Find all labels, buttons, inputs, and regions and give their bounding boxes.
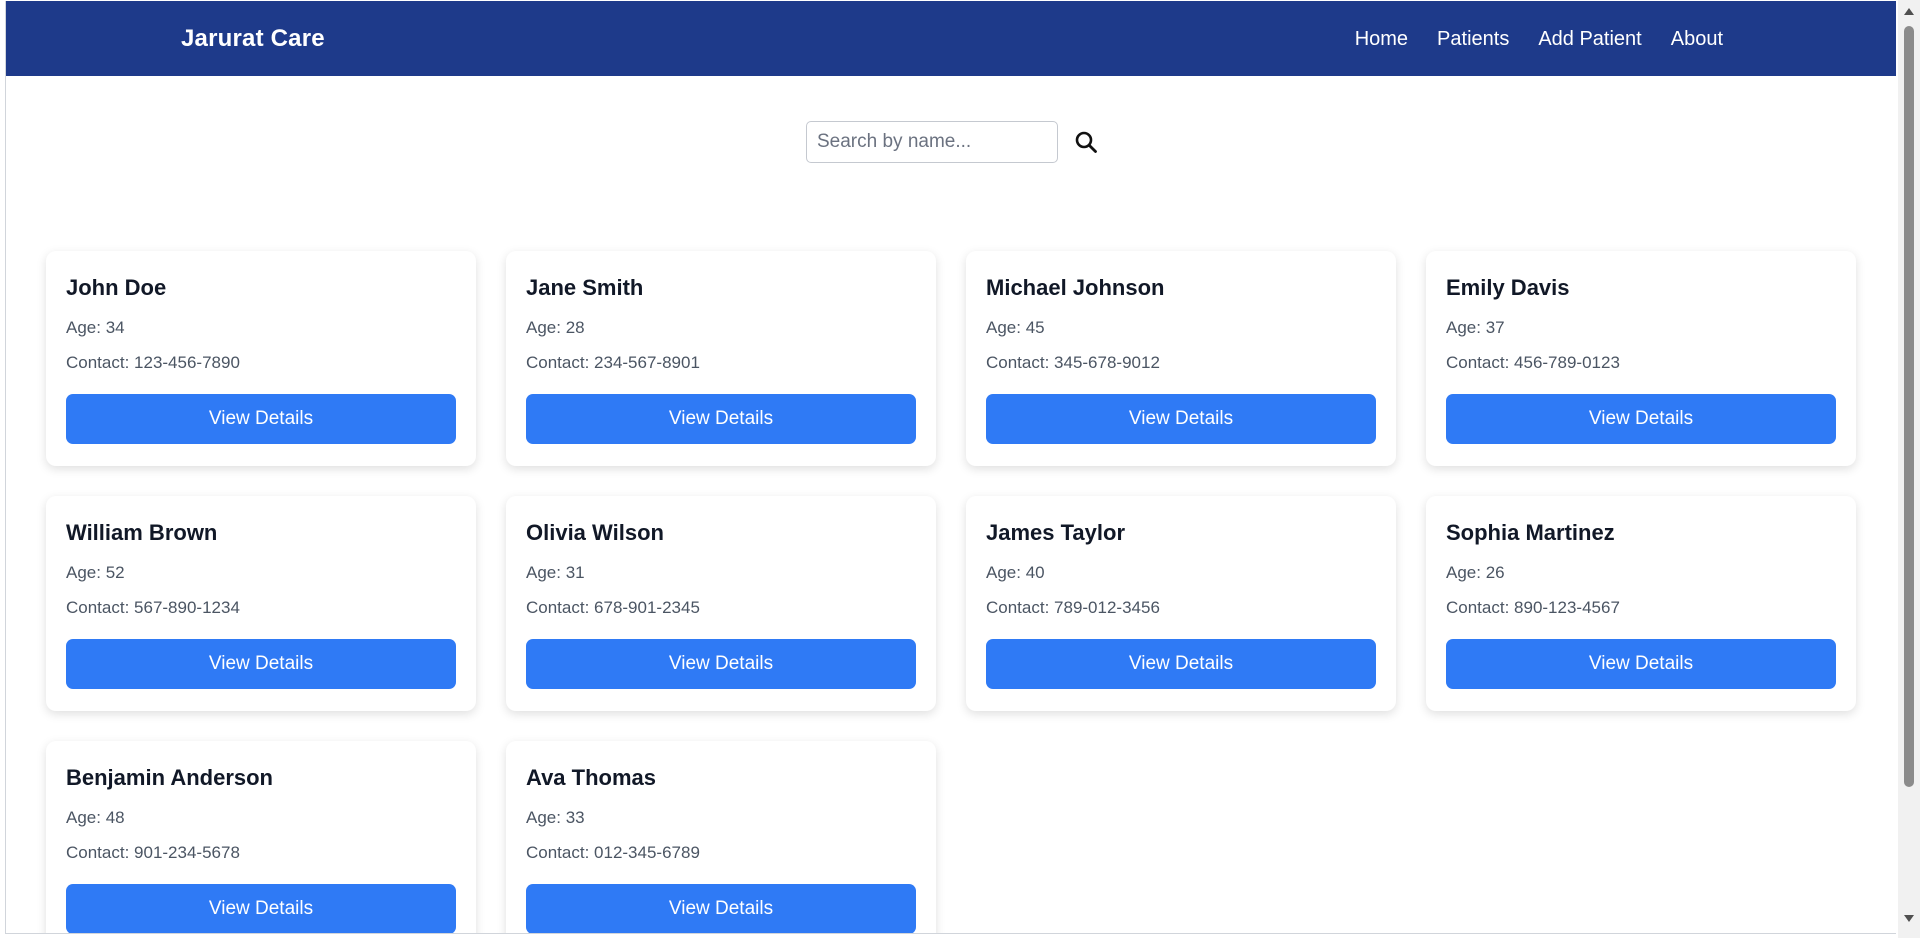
view-details-button[interactable]: View Details: [1446, 639, 1836, 689]
patient-name: Jane Smith: [526, 275, 644, 300]
patient-name: Emily Davis: [1446, 275, 1570, 300]
view-details-button[interactable]: View Details: [66, 639, 456, 689]
patient-card: Sophia Martinez Age: 26 Contact: 890-123…: [1426, 496, 1856, 711]
patient-contact: Contact: 678-901-2345: [526, 598, 700, 617]
patient-age: Age: 48: [66, 808, 125, 827]
patient-age: Age: 33: [526, 808, 585, 827]
patient-age: Age: 52: [66, 563, 125, 582]
view-details-button[interactable]: View Details: [526, 394, 916, 444]
view-details-button[interactable]: View Details: [66, 394, 456, 444]
scroll-up-arrow-icon[interactable]: [1904, 8, 1914, 15]
patient-name: Michael Johnson: [986, 275, 1165, 300]
patient-name: John Doe: [66, 275, 167, 300]
patient-age: Age: 37: [1446, 318, 1505, 337]
patient-age: Age: 26: [1446, 563, 1505, 582]
patient-age: Age: 45: [986, 318, 1045, 337]
patient-card: Emily Davis Age: 37 Contact: 456-789-012…: [1426, 251, 1856, 466]
patient-contact: Contact: 234-567-8901: [526, 353, 700, 372]
patient-contact: Contact: 890-123-4567: [1446, 598, 1620, 617]
navbar: Jarurat Care Home Patients Add Patient A…: [6, 1, 1896, 76]
patient-contact: Contact: 789-012-3456: [986, 598, 1160, 617]
page: Jarurat Care Home Patients Add Patient A…: [5, 1, 1896, 934]
patient-card: Olivia Wilson Age: 31 Contact: 678-901-2…: [506, 496, 936, 711]
patient-card: Jane Smith Age: 28 Contact: 234-567-8901…: [506, 251, 936, 466]
patient-card: Michael Johnson Age: 45 Contact: 345-678…: [966, 251, 1396, 466]
view-details-button[interactable]: View Details: [526, 884, 916, 933]
patient-grid: John Doe Age: 34 Contact: 123-456-7890 V…: [46, 251, 1856, 933]
patient-name: Benjamin Anderson: [66, 765, 273, 790]
patient-contact: Contact: 456-789-0123: [1446, 353, 1620, 372]
patient-name: Ava Thomas: [526, 765, 657, 790]
brand-logo-text[interactable]: Jarurat Care: [181, 25, 325, 53]
nav-link-add-patient[interactable]: Add Patient: [1538, 28, 1641, 51]
patient-card: Ava Thomas Age: 33 Contact: 012-345-6789…: [506, 741, 936, 933]
view-details-button[interactable]: View Details: [66, 884, 456, 933]
view-details-button[interactable]: View Details: [986, 639, 1376, 689]
patient-card: James Taylor Age: 40 Contact: 789-012-34…: [966, 496, 1396, 711]
scroll-down-arrow-icon[interactable]: [1904, 915, 1914, 922]
view-details-button[interactable]: View Details: [526, 639, 916, 689]
patient-name: Sophia Martinez: [1446, 520, 1615, 545]
search-input[interactable]: [806, 121, 1058, 163]
patient-age: Age: 31: [526, 563, 585, 582]
view-details-button[interactable]: View Details: [986, 394, 1376, 444]
patient-contact: Contact: 123-456-7890: [66, 353, 240, 372]
patient-name: James Taylor: [986, 520, 1126, 545]
nav-links: Home Patients Add Patient About: [1355, 28, 1723, 51]
patient-name: Olivia Wilson: [526, 520, 664, 545]
patient-contact: Contact: 567-890-1234: [66, 598, 240, 617]
search-icon: [1075, 131, 1097, 153]
search-bar: [806, 121, 1104, 163]
vertical-scrollbar[interactable]: [1898, 0, 1920, 938]
patient-card: Benjamin Anderson Age: 48 Contact: 901-2…: [46, 741, 476, 933]
patient-card: William Brown Age: 52 Contact: 567-890-1…: [46, 496, 476, 711]
patient-age: Age: 34: [66, 318, 125, 337]
patient-name: William Brown: [66, 520, 218, 545]
patient-contact: Contact: 012-345-6789: [526, 843, 700, 862]
patient-card: John Doe Age: 34 Contact: 123-456-7890 V…: [46, 251, 476, 466]
patient-age: Age: 28: [526, 318, 585, 337]
patient-age: Age: 40: [986, 563, 1045, 582]
nav-link-about[interactable]: About: [1671, 28, 1723, 51]
view-details-button[interactable]: View Details: [1446, 394, 1836, 444]
nav-link-patients[interactable]: Patients: [1437, 28, 1509, 51]
scrollbar-thumb[interactable]: [1904, 26, 1914, 787]
nav-link-home[interactable]: Home: [1355, 28, 1408, 51]
patient-contact: Contact: 345-678-9012: [986, 353, 1160, 372]
patient-contact: Contact: 901-234-5678: [66, 843, 240, 862]
search-button[interactable]: [1068, 124, 1104, 160]
